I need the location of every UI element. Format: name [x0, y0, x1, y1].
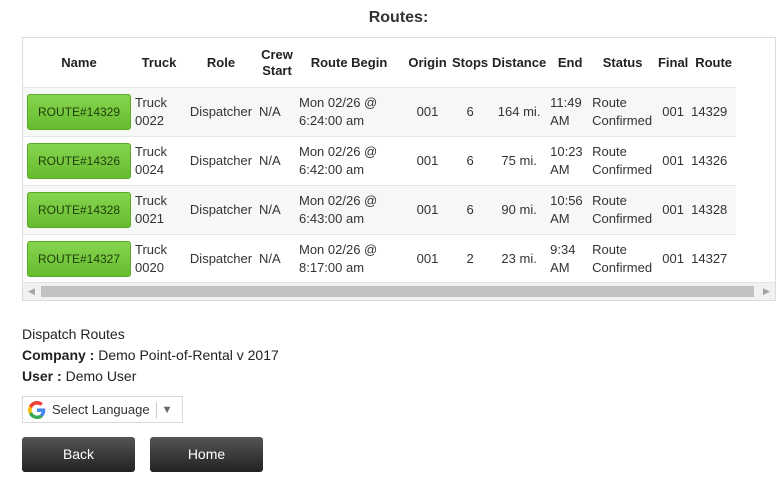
cell-stops: 6	[452, 185, 489, 235]
cell-name: ROUTE#14326	[23, 136, 135, 186]
route-button[interactable]: ROUTE#14329	[27, 94, 131, 130]
cell-final: 001	[655, 185, 692, 235]
dispatch-info: Dispatch Routes Company : Demo Point-of-…	[22, 324, 279, 387]
route-button[interactable]: ROUTE#14328	[27, 192, 131, 228]
cell-origin: 001	[403, 185, 452, 235]
cell-crew: N/A	[259, 185, 295, 235]
back-button[interactable]: Back	[22, 437, 135, 472]
cell-status: Route Confirmed	[590, 136, 656, 186]
cell-crew: N/A	[259, 87, 295, 137]
table-row: ROUTE#14327 Truck 0020 Dispatcher N/A Mon 02…	[23, 234, 737, 283]
routes-table-container: Name Truck Role Crew Start Route Begin Origin…	[22, 37, 776, 301]
column-header-name: Name	[61, 54, 97, 70]
cell-begin: Mon 02/26 @ 8:17:00 am	[295, 234, 403, 283]
table-row: ROUTE#14326 Truck 0024 Dispatcher N/A Mon 02…	[23, 136, 737, 186]
scroll-right-arrow-icon[interactable]: ▶	[758, 283, 775, 300]
user-line: User : Demo User	[22, 366, 279, 387]
column-header-distance: Distance	[492, 54, 547, 70]
cell-route: 14327	[691, 234, 737, 283]
scrollbar-thumb[interactable]	[41, 286, 754, 297]
column-header-stops: Stops	[452, 54, 489, 70]
cell-stops: 6	[452, 87, 489, 137]
cell-end: 10:56 AM	[550, 185, 591, 235]
table-row: ROUTE#14329 Truck 0022 Dispatcher N/A Mon 02…	[23, 87, 737, 137]
cell-name: ROUTE#14328	[23, 185, 135, 235]
cell-distance: 164 mi.	[488, 87, 551, 137]
column-header-end: End	[557, 54, 583, 70]
cell-distance: 90 mi.	[488, 185, 551, 235]
cell-role: Dispatcher	[183, 136, 259, 186]
cell-distance: 23 mi.	[488, 234, 551, 283]
home-button[interactable]: Home	[150, 437, 263, 472]
cell-status: Route Confirmed	[590, 234, 656, 283]
cell-end: 10:23 AM	[550, 136, 591, 186]
cell-distance: 75 mi.	[488, 136, 551, 186]
cell-final: 001	[655, 136, 692, 186]
cell-begin: Mon 02/26 @ 6:43:00 am	[295, 185, 403, 235]
column-header-route: Route	[695, 54, 733, 70]
cell-role: Dispatcher	[183, 185, 259, 235]
cell-crew: N/A	[259, 136, 295, 186]
column-header-begin: Route Begin	[310, 54, 388, 70]
cell-truck: Truck 0020	[135, 234, 183, 283]
google-icon	[28, 400, 46, 419]
cell-role: Dispatcher	[183, 234, 259, 283]
cell-truck: Truck 0024	[135, 136, 183, 186]
column-header-origin: Origin	[408, 54, 447, 70]
cell-route: 14328	[691, 185, 737, 235]
company-label: Company :	[22, 347, 95, 363]
user-value: Demo User	[65, 368, 137, 384]
column-header-role: Role	[206, 54, 236, 70]
company-value: Demo Point-of-Rental v 2017	[98, 347, 279, 363]
cell-origin: 001	[403, 87, 452, 137]
cell-stops: 6	[452, 136, 489, 186]
column-header-status: Status	[602, 54, 643, 70]
language-select[interactable]: Select Language ▼	[22, 396, 183, 423]
column-header-final: Final	[657, 54, 689, 70]
cell-role: Dispatcher	[183, 87, 259, 137]
cell-final: 001	[655, 87, 692, 137]
cell-final: 001	[655, 234, 692, 283]
scroll-left-arrow-icon[interactable]: ◀	[23, 283, 40, 300]
table-row: ROUTE#14328 Truck 0021 Dispatcher N/A Mon 02…	[23, 185, 737, 235]
cell-truck: Truck 0021	[135, 185, 183, 235]
route-button[interactable]: ROUTE#14327	[27, 241, 131, 277]
cell-name: ROUTE#14329	[23, 87, 135, 137]
cell-status: Route Confirmed	[590, 87, 656, 137]
cell-end: 9:34 AM	[550, 234, 591, 283]
page-title: Routes:	[368, 9, 429, 26]
caret-down-icon: ▼	[161, 403, 173, 416]
company-line: Company : Demo Point-of-Rental v 2017	[22, 345, 279, 366]
cell-begin: Mon 02/26 @ 6:42:00 am	[295, 136, 403, 186]
cell-origin: 001	[403, 136, 452, 186]
column-header-crew: Crew Start	[261, 46, 293, 78]
divider	[155, 401, 157, 418]
cell-status: Route Confirmed	[590, 185, 656, 235]
cell-origin: 001	[403, 234, 452, 283]
cell-begin: Mon 02/26 @ 6:24:00 am	[295, 87, 403, 137]
routes-table: Name Truck Role Crew Start Route Begin Origin…	[23, 38, 737, 283]
cell-truck: Truck 0022	[135, 87, 183, 137]
section-label: Dispatch Routes	[22, 326, 125, 342]
cell-end: 11:49 AM	[550, 87, 591, 137]
horizontal-scrollbar[interactable]: ◀ ▶	[23, 282, 775, 300]
cell-stops: 2	[452, 234, 489, 283]
cell-name: ROUTE#14327	[23, 234, 135, 283]
cell-crew: N/A	[259, 234, 295, 283]
cell-route: 14326	[691, 136, 737, 186]
cell-route: 14329	[691, 87, 737, 137]
route-button[interactable]: ROUTE#14326	[27, 143, 131, 179]
language-select-label: Select Language	[52, 402, 150, 417]
table-header-row: Name Truck Role Crew Start Route Begin Origin…	[23, 38, 736, 88]
user-label: User :	[22, 368, 62, 384]
column-header-truck: Truck	[141, 54, 177, 70]
